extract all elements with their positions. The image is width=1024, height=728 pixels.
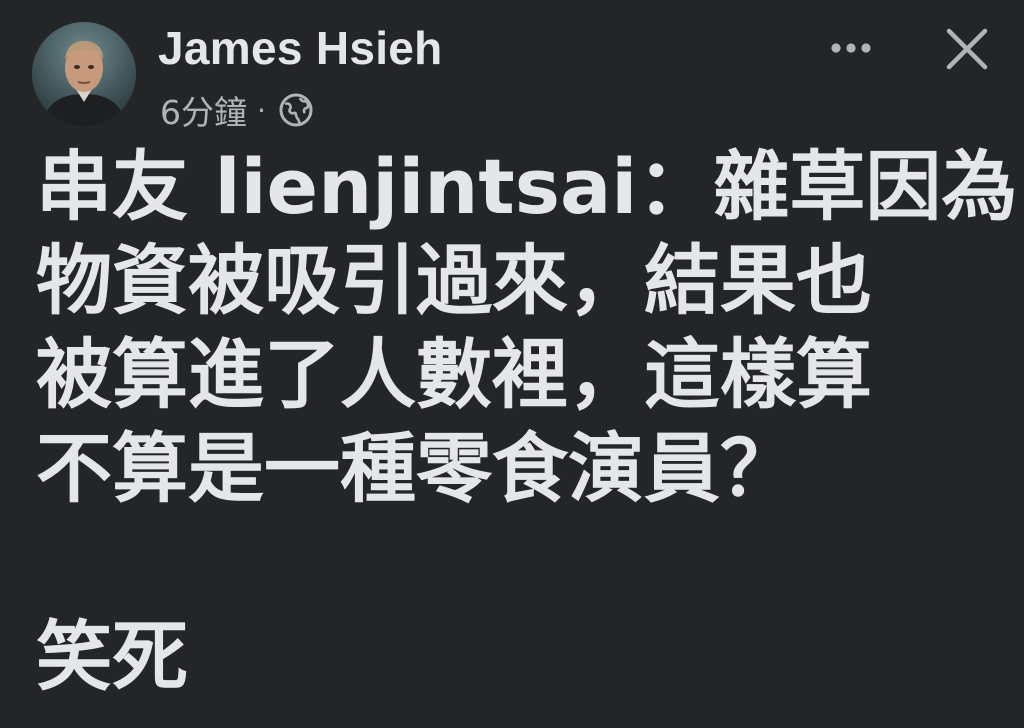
meta-separator: ·: [257, 93, 266, 127]
author-avatar[interactable]: [32, 22, 136, 126]
globe-icon[interactable]: [276, 90, 316, 130]
post-text-line: 被算進了人數裡，這樣算: [36, 330, 872, 419]
post-timestamp[interactable]: 6分鐘: [160, 86, 247, 134]
post-text-line: 不算是一種零食演員？: [36, 424, 796, 513]
author-name[interactable]: James Hsieh: [158, 20, 443, 76]
post-text-line: 笑死: [36, 612, 188, 701]
close-icon[interactable]: [940, 22, 994, 76]
post-body: 串友 lienjintsai：雜草因為 物資被吸引過來，結果也 被算進了人數裡，…: [36, 140, 1018, 704]
avatar-photo: [32, 22, 136, 126]
post-text-line: 串友 lienjintsai：雜草因為: [36, 142, 1018, 231]
more-options-icon[interactable]: [826, 28, 876, 68]
post-text-line: 物資被吸引過來，結果也: [36, 236, 872, 325]
post-meta: 6分鐘 ·: [160, 86, 316, 134]
